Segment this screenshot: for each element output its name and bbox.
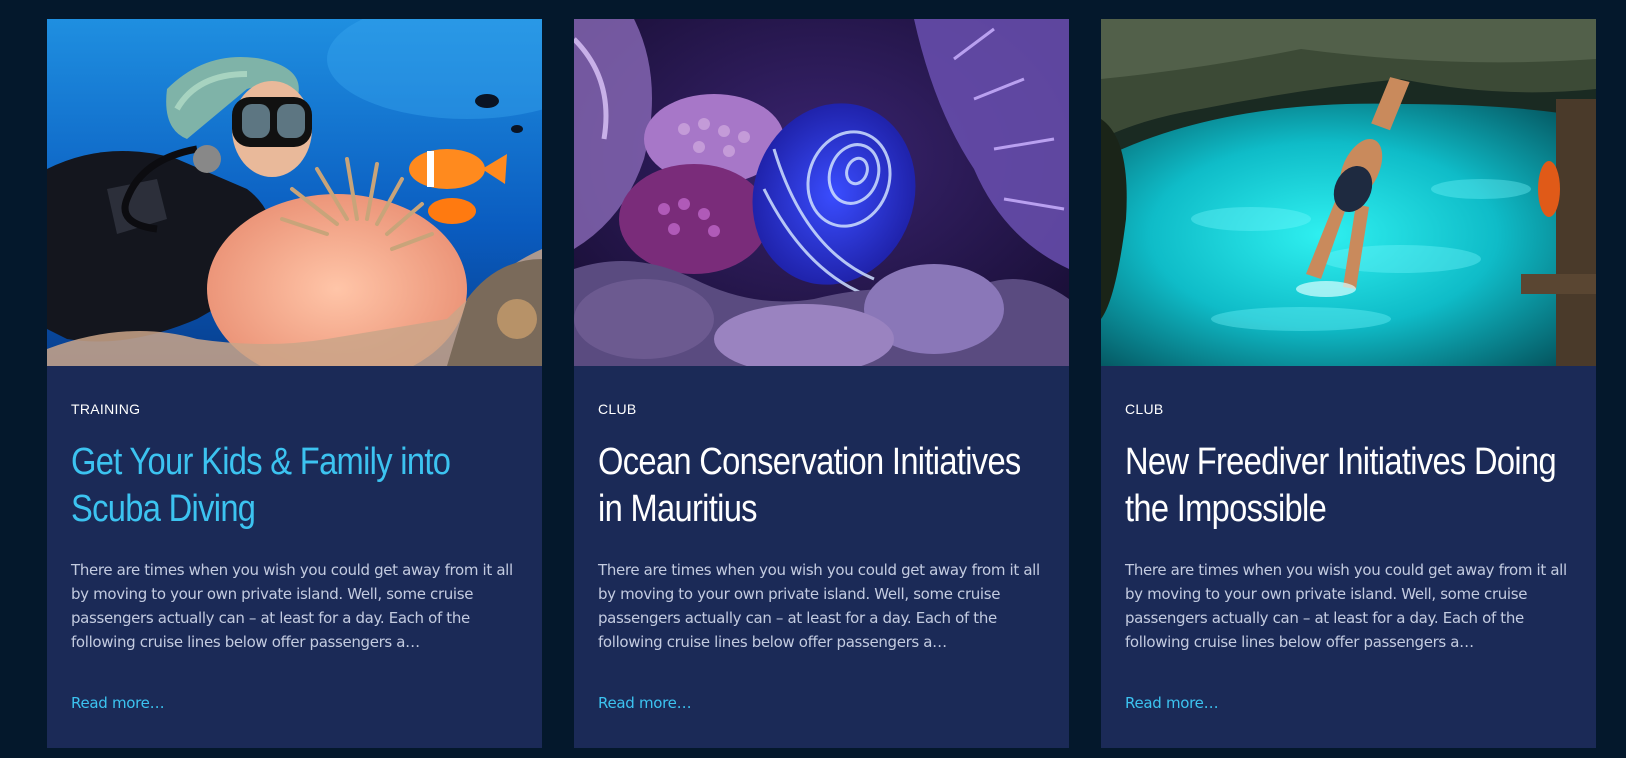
blog-card-scuba-family[interactable]: TRAINING Get Your Kids & Family into Scu…	[47, 19, 542, 748]
card-body: CLUB Ocean Conservation Initiatives in M…	[574, 366, 1069, 748]
card-excerpt: There are times when you wish you could …	[1125, 561, 1567, 651]
card-body: TRAINING Get Your Kids & Family into Scu…	[47, 366, 542, 748]
card-title[interactable]: New Freediver Initiatives Doing the Impo…	[1125, 439, 1572, 533]
card-title[interactable]: Get Your Kids & Family into Scuba Diving	[71, 439, 518, 533]
scuba-diver-photo[interactable]	[47, 19, 542, 366]
blog-card-grid: TRAINING Get Your Kids & Family into Scu…	[47, 19, 1596, 748]
blog-card-ocean-conservation[interactable]: CLUB Ocean Conservation Initiatives in M…	[574, 19, 1069, 748]
card-excerpt: There are times when you wish you could …	[598, 561, 1040, 651]
angelfish-coral-photo[interactable]	[574, 19, 1069, 366]
card-category[interactable]: CLUB	[598, 401, 637, 417]
card-body: CLUB New Freediver Initiatives Doing the…	[1101, 366, 1596, 748]
blog-card-freediver[interactable]: CLUB New Freediver Initiatives Doing the…	[1101, 19, 1596, 748]
card-excerpt: There are times when you wish you could …	[71, 561, 513, 651]
card-category[interactable]: CLUB	[1125, 401, 1164, 417]
read-more-link[interactable]: Read more…	[1125, 694, 1219, 712]
card-category[interactable]: TRAINING	[71, 401, 140, 417]
read-more-link[interactable]: Read more…	[71, 694, 165, 712]
card-title[interactable]: Ocean Conservation Initiatives in Maurit…	[598, 439, 1045, 533]
freediver-cenote-photo[interactable]	[1101, 19, 1596, 366]
read-more-link[interactable]: Read more…	[598, 694, 692, 712]
